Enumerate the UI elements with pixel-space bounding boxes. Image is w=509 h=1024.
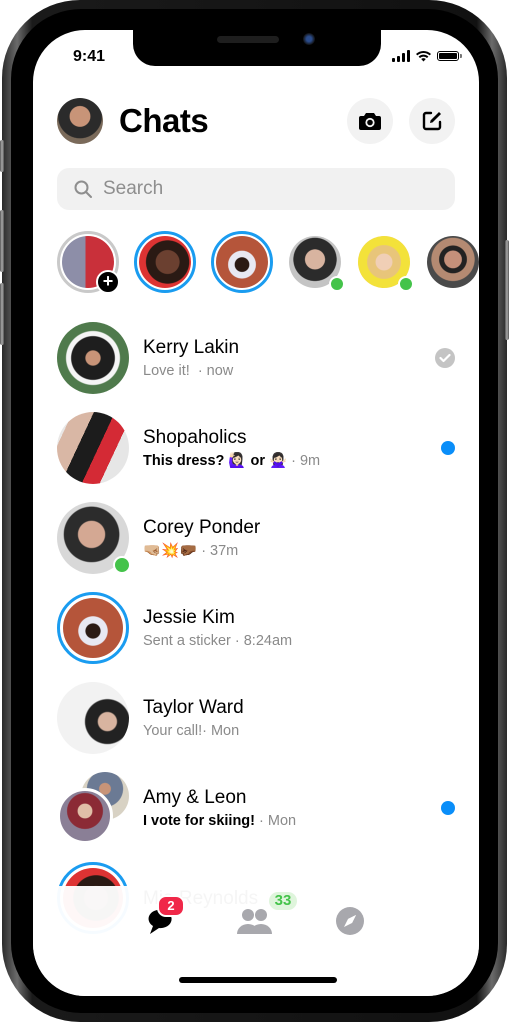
front-camera (303, 33, 315, 45)
chat-row[interactable]: Kerry Lakin Love it! · now (57, 313, 479, 403)
story-item[interactable] (134, 231, 196, 293)
story-avatar (427, 236, 479, 288)
status-time: 9:41 (73, 48, 106, 65)
status-icons (392, 50, 462, 62)
chat-preview: Your call!· Mon (143, 721, 244, 741)
chat-time: · Mon (202, 722, 240, 739)
chat-avatar (57, 322, 129, 394)
notch (133, 30, 381, 66)
chat-row[interactable]: Jessie Kim Sent a sticker · 8:24am (57, 583, 479, 673)
group-avatar (57, 772, 129, 844)
chat-avatar (57, 502, 131, 574)
chat-name: Kerry Lakin (143, 336, 240, 358)
tab-chats[interactable]: 2 (141, 895, 185, 941)
mute-switch (0, 140, 4, 172)
tab-discover[interactable] (330, 901, 370, 941)
group-avatar-photo (57, 788, 113, 844)
signal-icon (392, 50, 410, 62)
story-item[interactable] (357, 235, 414, 292)
chat-message: This dress? 🙋🏻‍♀️ or 🙅🏻‍♀️ (143, 452, 288, 469)
chat-message: 🤜🏼💥🤛🏾 (143, 542, 198, 559)
people-active-badge: 33 (269, 892, 297, 910)
profile-avatar[interactable] (57, 98, 103, 144)
wifi-icon (416, 50, 431, 62)
story-avatar (139, 236, 191, 288)
chat-row[interactable]: Shopaholics This dress? 🙋🏻‍♀️ or 🙅🏻‍♀️ ·… (57, 403, 479, 493)
search-icon (74, 180, 92, 198)
compose-button[interactable] (409, 98, 455, 144)
volume-down-button (0, 283, 4, 345)
home-indicator[interactable] (179, 977, 337, 983)
chats-badge: 2 (157, 895, 185, 917)
story-add[interactable]: + (57, 231, 120, 294)
power-button (505, 240, 509, 340)
chat-message: Your call! (143, 722, 203, 739)
screen: 9:41 Chats Search + Kerry Lakin Love it!… (33, 30, 479, 996)
add-story-icon: + (96, 270, 120, 294)
chat-text: Corey Ponder 🤜🏼💥🤛🏾 · 37m (143, 516, 260, 561)
story-avatar (216, 236, 268, 288)
chat-time: · 8:24am (230, 632, 293, 649)
chat-message: I vote for skiing! (143, 812, 255, 829)
story-item[interactable] (426, 235, 479, 289)
chat-status (435, 348, 455, 368)
chat-text: Jessie Kim Sent a sticker · 8:24am (143, 606, 292, 651)
search-bar[interactable] (57, 168, 455, 210)
chat-text: Shopaholics This dress? 🙋🏻‍♀️ or 🙅🏻‍♀️ ·… (143, 426, 320, 471)
chat-list: Kerry Lakin Love it! · now Shopaholics T… (57, 313, 479, 943)
chat-preview: I vote for skiing! · Mon (143, 811, 296, 831)
camera-button[interactable] (347, 98, 393, 144)
chat-time: · now (197, 362, 234, 379)
chat-status (441, 441, 455, 455)
chat-row[interactable]: Taylor Ward Your call!· Mon (57, 673, 479, 763)
search-input[interactable] (101, 177, 405, 201)
chat-text: Amy & Leon I vote for skiing! · Mon (143, 786, 296, 831)
seen-check-icon (435, 348, 455, 368)
header: Chats (57, 97, 455, 145)
chat-text: Kerry Lakin Love it! · now (143, 336, 239, 381)
chat-row[interactable]: Amy & Leon I vote for skiing! · Mon (57, 763, 479, 853)
tab-bar: 2 33 (33, 886, 479, 996)
online-indicator (113, 556, 131, 574)
volume-up-button (0, 210, 4, 272)
speaker (217, 36, 279, 43)
compose-icon (422, 111, 442, 131)
tab-people[interactable]: 33 (235, 892, 297, 941)
chat-preview: Sent a sticker · 8:24am (143, 631, 292, 651)
compass-icon (336, 907, 364, 935)
chat-name: Taylor Ward (143, 696, 244, 718)
chat-message: Sent a sticker (143, 632, 231, 649)
chat-preview: 🤜🏼💥🤛🏾 · 37m (143, 541, 260, 561)
chat-status (441, 801, 455, 815)
stories-row: + (57, 231, 479, 294)
chat-name: Corey Ponder (143, 516, 261, 538)
chat-time: · 37m (197, 542, 239, 559)
online-indicator (398, 276, 414, 292)
chat-avatar (57, 412, 129, 484)
page-title: Chats (119, 102, 209, 139)
chat-avatar (57, 592, 129, 664)
online-indicator (329, 276, 345, 292)
chat-preview: Love it! · now (143, 361, 239, 381)
chat-time: · 9m (287, 452, 321, 469)
chat-avatar (57, 682, 129, 754)
chat-text: Taylor Ward Your call!· Mon (143, 696, 244, 741)
chat-preview: This dress? 🙋🏻‍♀️ or 🙅🏻‍♀️ · 9m (143, 451, 320, 471)
unread-dot (441, 441, 455, 455)
avatar-photo (63, 598, 123, 658)
chat-message: Love it! (143, 362, 190, 379)
chat-name: Shopaholics (143, 426, 247, 448)
chat-name: Amy & Leon (143, 786, 247, 808)
chat-time: · Mon (255, 812, 297, 829)
header-actions (347, 98, 455, 144)
people-icon (237, 909, 272, 934)
chat-name: Jessie Kim (143, 606, 235, 628)
story-item[interactable] (288, 235, 345, 292)
battery-icon (437, 51, 462, 61)
unread-dot (441, 801, 455, 815)
story-item[interactable] (211, 231, 273, 293)
chat-row[interactable]: Corey Ponder 🤜🏼💥🤛🏾 · 37m (57, 493, 479, 583)
camera-icon (359, 112, 381, 130)
